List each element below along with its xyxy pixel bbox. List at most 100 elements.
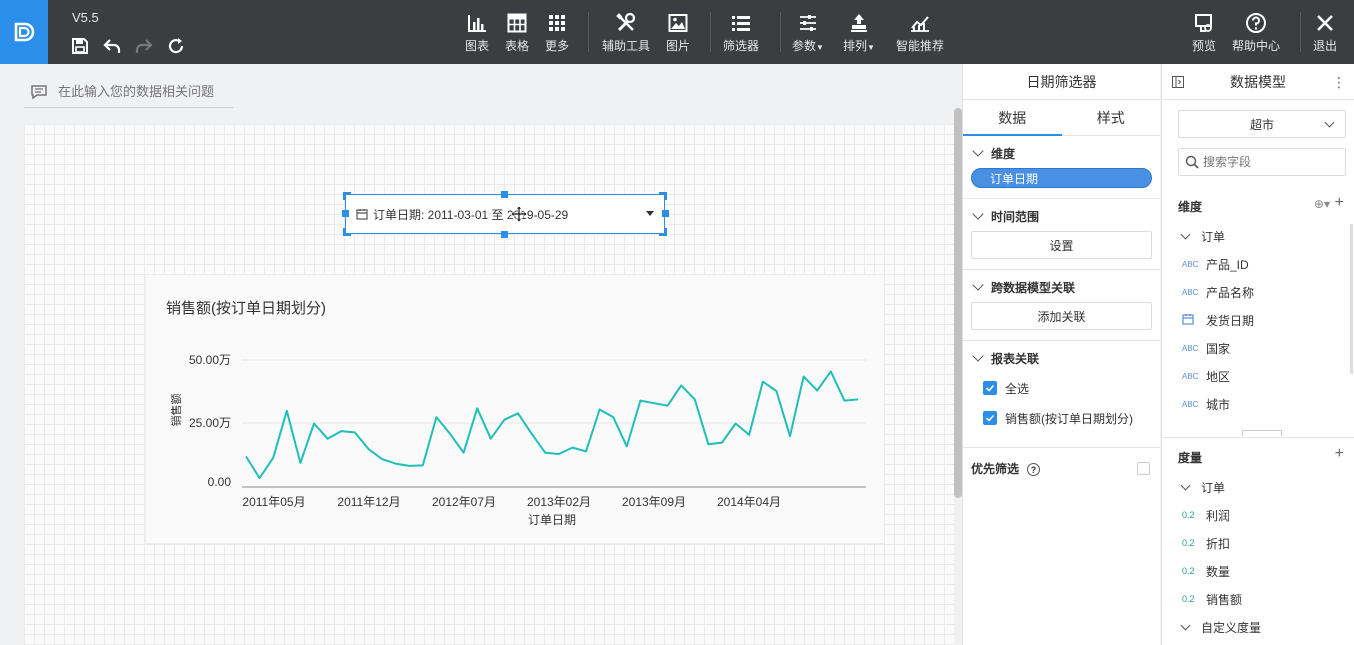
save-icon[interactable] <box>70 36 90 56</box>
table-button[interactable]: 表格 <box>505 12 529 54</box>
tab-data[interactable]: 数据 <box>963 100 1062 135</box>
trend-chart-icon <box>911 16 929 32</box>
dimension-field[interactable]: ABC 产品名称 <box>1182 282 1254 302</box>
table-icon <box>507 13 527 33</box>
measure-group[interactable]: 订单 <box>1180 477 1225 497</box>
field-label: 地区 <box>1206 369 1231 384</box>
section-title: 维度 <box>991 146 1016 161</box>
measure-group[interactable]: 自定义度量 <box>1180 617 1261 637</box>
section-header[interactable]: 维度 <box>971 144 1152 162</box>
chevron-down-icon <box>972 350 984 362</box>
field-label: 数量 <box>1206 564 1231 579</box>
add-icon[interactable]: + <box>1335 445 1344 463</box>
resize-handle-corner[interactable] <box>659 228 667 236</box>
resize-handle-corner[interactable] <box>659 192 667 200</box>
data-model-panel: 数据模型 ⋮ 超市 维度 ⊕▾ + 订单 ABC 产品_ID ABC 产品名称 发货… <box>1161 64 1354 645</box>
dimension-field[interactable]: ABC 产品_ID <box>1182 254 1249 274</box>
image-button[interactable]: 图片 <box>666 12 690 54</box>
field-search-input[interactable] <box>1203 155 1333 169</box>
preview-button[interactable]: 预览 <box>1192 12 1216 54</box>
dimension-group[interactable]: 订单 <box>1180 226 1225 246</box>
undo-icon[interactable] <box>102 36 122 56</box>
section-header[interactable]: 时间范围 <box>971 207 1152 225</box>
section-header[interactable]: 报表关联 <box>971 349 1152 367</box>
filter-button[interactable]: 筛选器 <box>723 12 759 54</box>
priority-checkbox[interactable] <box>1137 461 1150 475</box>
x-tick-label: 2011年05月 <box>242 495 305 509</box>
bar-chart-icon <box>468 15 486 32</box>
checkbox-checked-icon <box>983 411 997 425</box>
add-association-button[interactable]: 添加关联 <box>971 302 1152 330</box>
search-icon <box>1185 155 1199 169</box>
chevron-down-icon <box>1180 620 1191 631</box>
checkbox-checked-icon <box>983 381 997 395</box>
section-title: 跨数据模型关联 <box>991 280 1076 295</box>
measure-field[interactable]: 0.2 利润 <box>1182 505 1230 525</box>
ask-bar[interactable] <box>24 76 233 108</box>
resize-handle-left[interactable] <box>342 210 349 217</box>
question-icon[interactable]: ? <box>1027 463 1041 476</box>
caret-down-icon[interactable] <box>646 211 654 216</box>
resize-handle-right[interactable] <box>662 210 669 217</box>
x-tick-label: 2014年04月 <box>717 495 781 509</box>
canvas-scrollbar[interactable] <box>954 108 962 498</box>
dimension-field[interactable]: 发货日期 <box>1182 310 1254 330</box>
redo-icon[interactable] <box>134 36 154 56</box>
time-range-section: 时间范围 设置 <box>963 199 1160 270</box>
model-select[interactable]: 超市 <box>1178 110 1346 138</box>
exit-button[interactable]: 退出 <box>1313 12 1337 54</box>
dimension-pill[interactable]: 订单日期 <box>971 168 1152 188</box>
line-chart-card[interactable]: 销售额(按订单日期划分) 0.00 25.00万 50.00万 2011年05月 201… <box>145 274 885 544</box>
tab-style[interactable]: 样式 <box>1062 100 1161 135</box>
field-label: 利润 <box>1206 508 1231 523</box>
field-label: 发货日期 <box>1206 313 1255 328</box>
chevron-down-icon <box>1324 117 1335 128</box>
globe-icon[interactable]: ⊕▾ <box>1314 197 1330 211</box>
more-button[interactable]: 更多 <box>545 12 569 54</box>
date-filter-widget[interactable]: 订单日期: 2011-03-01 至 2019-05-29 <box>345 194 665 234</box>
help-button[interactable]: 帮助中心 <box>1232 12 1280 54</box>
y-tick-label: 50.00万 <box>189 353 231 367</box>
chart-button[interactable]: 图表 <box>465 12 489 54</box>
date-filter-text: 订单日期: 2011-03-01 至 2019-05-29 <box>373 207 569 222</box>
measure-field[interactable]: 0.2 数量 <box>1182 561 1230 581</box>
resize-handle-top[interactable] <box>501 191 508 198</box>
dimension-field[interactable]: ABC 城市 <box>1182 394 1230 414</box>
resize-handle-corner[interactable] <box>343 228 351 236</box>
panel-resize-grip[interactable] <box>1242 430 1282 436</box>
x-tick-label: 2011年12月 <box>337 495 400 509</box>
section-header[interactable]: 跨数据模型关联 <box>971 278 1152 296</box>
select-all-checkbox[interactable]: 全选 <box>971 373 1152 403</box>
resize-handle-corner[interactable] <box>343 192 351 200</box>
panel-title: 日期筛选器 <box>963 64 1160 100</box>
add-icon[interactable]: + <box>1335 194 1344 212</box>
more-vertical-icon[interactable]: ⋮ <box>1332 74 1346 91</box>
resize-handle-bottom[interactable] <box>501 231 508 238</box>
field-search[interactable] <box>1178 148 1346 176</box>
measure-field[interactable]: 0.2 折扣 <box>1182 533 1230 553</box>
x-tick-label: 2013年09月 <box>622 495 686 509</box>
field-label: 产品_ID <box>1206 257 1249 272</box>
time-range-settings-button[interactable]: 设置 <box>971 231 1152 259</box>
recommend-button[interactable]: 智能推荐 <box>896 12 944 54</box>
chevron-down-icon <box>1180 480 1191 491</box>
y-tick-label: 0.00 <box>208 475 232 489</box>
ask-input[interactable] <box>58 84 228 99</box>
panel-scrollbar[interactable] <box>1350 224 1353 374</box>
sort-button[interactable]: 排列▼ <box>843 12 875 54</box>
group-label: 订单 <box>1201 229 1226 244</box>
params-button[interactable]: 参数▼ <box>792 12 824 54</box>
dimension-field[interactable]: ABC 国家 <box>1182 338 1230 358</box>
report-item-checkbox[interactable]: 销售额(按订单日期划分) <box>971 403 1152 433</box>
calendar-icon <box>356 209 368 220</box>
line-chart: 0.00 25.00万 50.00万 2011年05月 2011年12月 2012年07月… <box>169 353 866 527</box>
tools-icon <box>616 12 636 32</box>
checkbox-label: 全选 <box>1005 381 1030 396</box>
tools-button[interactable]: 辅助工具 <box>602 12 650 54</box>
dimension-field[interactable]: ABC 地区 <box>1182 366 1230 386</box>
filter-list-icon <box>732 16 750 31</box>
refresh-icon[interactable] <box>166 36 186 56</box>
measure-field[interactable]: 0.2 销售额 <box>1182 589 1242 609</box>
collapse-panel-icon[interactable] <box>1172 76 1184 88</box>
preview-icon <box>1195 14 1212 32</box>
